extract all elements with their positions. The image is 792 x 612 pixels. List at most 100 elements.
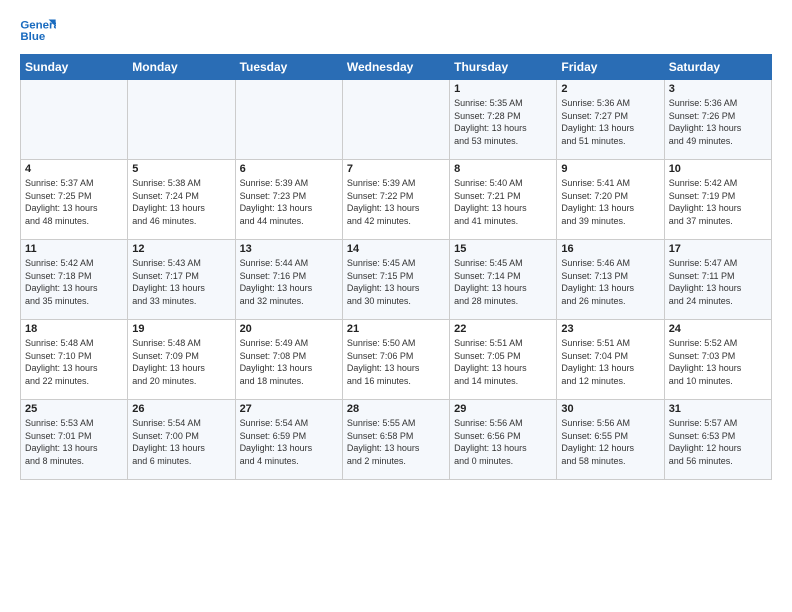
day-number: 16 bbox=[561, 243, 659, 255]
day-number: 29 bbox=[454, 403, 552, 415]
day-number: 2 bbox=[561, 83, 659, 95]
week-row-5: 25 Sunrise: 5:53 AM Sunset: 7:01 PM Dayli… bbox=[21, 400, 772, 480]
day-number: 23 bbox=[561, 323, 659, 335]
day-cell: 26 Sunrise: 5:54 AM Sunset: 7:00 PM Dayli… bbox=[128, 400, 235, 480]
day-info: Sunrise: 5:51 AM Sunset: 7:04 PM Dayligh… bbox=[561, 337, 659, 387]
day-cell: 8Sunrise: 5:40 AM Sunset: 7:21 PM Daylig… bbox=[450, 160, 557, 240]
day-number: 9 bbox=[561, 163, 659, 175]
day-cell: 24 Sunrise: 5:52 AM Sunset: 7:03 PM Dayli… bbox=[664, 320, 771, 400]
day-number: 18 bbox=[25, 323, 123, 335]
day-info: Sunrise: 5:37 AM Sunset: 7:25 PM Dayligh… bbox=[25, 177, 123, 227]
day-cell: 16 Sunrise: 5:46 AM Sunset: 7:13 PM Dayli… bbox=[557, 240, 664, 320]
day-cell bbox=[235, 80, 342, 160]
day-number: 3 bbox=[669, 83, 767, 95]
day-cell: 28 Sunrise: 5:55 AM Sunset: 6:58 PM Dayli… bbox=[342, 400, 449, 480]
day-number: 4 bbox=[25, 163, 123, 175]
day-number: 25 bbox=[25, 403, 123, 415]
svg-text:Blue: Blue bbox=[20, 31, 45, 43]
day-cell bbox=[128, 80, 235, 160]
logo: General Blue bbox=[20, 16, 56, 46]
day-info: Sunrise: 5:52 AM Sunset: 7:03 PM Dayligh… bbox=[669, 337, 767, 387]
week-row-3: 11Sunrise: 5:42 AM Sunset: 7:18 PM Dayli… bbox=[21, 240, 772, 320]
day-number: 7 bbox=[347, 163, 445, 175]
day-info: Sunrise: 5:51 AM Sunset: 7:05 PM Dayligh… bbox=[454, 337, 552, 387]
day-cell bbox=[342, 80, 449, 160]
day-info: Sunrise: 5:56 AM Sunset: 6:55 PM Dayligh… bbox=[561, 417, 659, 467]
day-info: Sunrise: 5:54 AM Sunset: 6:59 PM Dayligh… bbox=[240, 417, 338, 467]
day-number: 20 bbox=[240, 323, 338, 335]
day-cell: 9 Sunrise: 5:41 AM Sunset: 7:20 PM Daylig… bbox=[557, 160, 664, 240]
day-info: Sunrise: 5:49 AM Sunset: 7:08 PM Dayligh… bbox=[240, 337, 338, 387]
day-info: Sunrise: 5:36 AM Sunset: 7:27 PM Dayligh… bbox=[561, 97, 659, 147]
day-info: Sunrise: 5:44 AM Sunset: 7:16 PM Dayligh… bbox=[240, 257, 338, 307]
day-info: Sunrise: 5:41 AM Sunset: 7:20 PM Dayligh… bbox=[561, 177, 659, 227]
day-number: 19 bbox=[132, 323, 230, 335]
day-info: Sunrise: 5:35 AM Sunset: 7:28 PM Dayligh… bbox=[454, 97, 552, 147]
day-number: 12 bbox=[132, 243, 230, 255]
week-row-2: 4 Sunrise: 5:37 AM Sunset: 7:25 PM Daylig… bbox=[21, 160, 772, 240]
day-cell: 23 Sunrise: 5:51 AM Sunset: 7:04 PM Dayli… bbox=[557, 320, 664, 400]
day-info: Sunrise: 5:55 AM Sunset: 6:58 PM Dayligh… bbox=[347, 417, 445, 467]
day-cell: 4 Sunrise: 5:37 AM Sunset: 7:25 PM Daylig… bbox=[21, 160, 128, 240]
day-info: Sunrise: 5:46 AM Sunset: 7:13 PM Dayligh… bbox=[561, 257, 659, 307]
day-info: Sunrise: 5:50 AM Sunset: 7:06 PM Dayligh… bbox=[347, 337, 445, 387]
day-cell: 2 Sunrise: 5:36 AM Sunset: 7:27 PM Daylig… bbox=[557, 80, 664, 160]
day-info: Sunrise: 5:42 AM Sunset: 7:19 PM Dayligh… bbox=[669, 177, 767, 227]
day-header-row: SundayMondayTuesdayWednesdayThursdayFrid… bbox=[21, 55, 772, 80]
day-number: 28 bbox=[347, 403, 445, 415]
day-number: 13 bbox=[240, 243, 338, 255]
day-info: Sunrise: 5:48 AM Sunset: 7:09 PM Dayligh… bbox=[132, 337, 230, 387]
day-cell bbox=[21, 80, 128, 160]
week-row-4: 18 Sunrise: 5:48 AM Sunset: 7:10 PM Dayli… bbox=[21, 320, 772, 400]
day-info: Sunrise: 5:43 AM Sunset: 7:17 PM Dayligh… bbox=[132, 257, 230, 307]
day-info: Sunrise: 5:57 AM Sunset: 6:53 PM Dayligh… bbox=[669, 417, 767, 467]
day-cell: 31 Sunrise: 5:57 AM Sunset: 6:53 PM Dayli… bbox=[664, 400, 771, 480]
day-cell: 6Sunrise: 5:39 AM Sunset: 7:23 PM Daylig… bbox=[235, 160, 342, 240]
header-thursday: Thursday bbox=[450, 55, 557, 80]
header-tuesday: Tuesday bbox=[235, 55, 342, 80]
calendar-table: SundayMondayTuesdayWednesdayThursdayFrid… bbox=[20, 54, 772, 480]
day-number: 1 bbox=[454, 83, 552, 95]
day-cell: 12 Sunrise: 5:43 AM Sunset: 7:17 PM Dayli… bbox=[128, 240, 235, 320]
day-info: Sunrise: 5:36 AM Sunset: 7:26 PM Dayligh… bbox=[669, 97, 767, 147]
day-cell: 10 Sunrise: 5:42 AM Sunset: 7:19 PM Dayli… bbox=[664, 160, 771, 240]
day-cell: 18 Sunrise: 5:48 AM Sunset: 7:10 PM Dayli… bbox=[21, 320, 128, 400]
day-info: Sunrise: 5:54 AM Sunset: 7:00 PM Dayligh… bbox=[132, 417, 230, 467]
day-info: Sunrise: 5:48 AM Sunset: 7:10 PM Dayligh… bbox=[25, 337, 123, 387]
day-cell: 25 Sunrise: 5:53 AM Sunset: 7:01 PM Dayli… bbox=[21, 400, 128, 480]
day-cell: 1 Sunrise: 5:35 AM Sunset: 7:28 PM Daylig… bbox=[450, 80, 557, 160]
day-cell: 21 Sunrise: 5:50 AM Sunset: 7:06 PM Dayli… bbox=[342, 320, 449, 400]
day-cell: 20 Sunrise: 5:49 AM Sunset: 7:08 PM Dayli… bbox=[235, 320, 342, 400]
day-number: 21 bbox=[347, 323, 445, 335]
day-cell: 13 Sunrise: 5:44 AM Sunset: 7:16 PM Dayli… bbox=[235, 240, 342, 320]
header-saturday: Saturday bbox=[664, 55, 771, 80]
day-cell: 19 Sunrise: 5:48 AM Sunset: 7:09 PM Dayli… bbox=[128, 320, 235, 400]
day-cell: 7Sunrise: 5:39 AM Sunset: 7:22 PM Daylig… bbox=[342, 160, 449, 240]
day-info: Sunrise: 5:53 AM Sunset: 7:01 PM Dayligh… bbox=[25, 417, 123, 467]
day-number: 31 bbox=[669, 403, 767, 415]
day-number: 11 bbox=[25, 243, 123, 255]
day-info: Sunrise: 5:38 AM Sunset: 7:24 PM Dayligh… bbox=[132, 177, 230, 227]
day-info: Sunrise: 5:45 AM Sunset: 7:14 PM Dayligh… bbox=[454, 257, 552, 307]
header: General Blue bbox=[20, 16, 772, 46]
day-number: 24 bbox=[669, 323, 767, 335]
day-number: 27 bbox=[240, 403, 338, 415]
week-row-1: 1 Sunrise: 5:35 AM Sunset: 7:28 PM Daylig… bbox=[21, 80, 772, 160]
day-cell: 22 Sunrise: 5:51 AM Sunset: 7:05 PM Dayli… bbox=[450, 320, 557, 400]
day-info: Sunrise: 5:47 AM Sunset: 7:11 PM Dayligh… bbox=[669, 257, 767, 307]
day-number: 26 bbox=[132, 403, 230, 415]
day-info: Sunrise: 5:56 AM Sunset: 6:56 PM Dayligh… bbox=[454, 417, 552, 467]
day-number: 22 bbox=[454, 323, 552, 335]
day-cell: 29 Sunrise: 5:56 AM Sunset: 6:56 PM Dayli… bbox=[450, 400, 557, 480]
day-cell: 3 Sunrise: 5:36 AM Sunset: 7:26 PM Daylig… bbox=[664, 80, 771, 160]
header-sunday: Sunday bbox=[21, 55, 128, 80]
logo-icon: General Blue bbox=[20, 16, 56, 46]
header-friday: Friday bbox=[557, 55, 664, 80]
day-number: 14 bbox=[347, 243, 445, 255]
day-cell: 15Sunrise: 5:45 AM Sunset: 7:14 PM Dayli… bbox=[450, 240, 557, 320]
day-number: 17 bbox=[669, 243, 767, 255]
day-number: 10 bbox=[669, 163, 767, 175]
day-cell: 11Sunrise: 5:42 AM Sunset: 7:18 PM Dayli… bbox=[21, 240, 128, 320]
day-cell: 14Sunrise: 5:45 AM Sunset: 7:15 PM Dayli… bbox=[342, 240, 449, 320]
day-info: Sunrise: 5:39 AM Sunset: 7:23 PM Dayligh… bbox=[240, 177, 338, 227]
